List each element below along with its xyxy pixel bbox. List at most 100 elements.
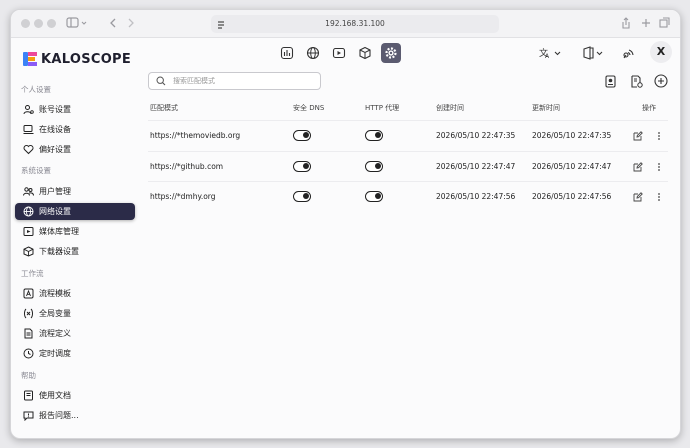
sidebar-item-flow-definition[interactable]: 流程定义 — [15, 325, 135, 342]
sidebar-item-global-variables[interactable]: 全局变量 — [15, 305, 135, 322]
document-icon — [23, 328, 34, 339]
secure-dns-toggle[interactable] — [293, 130, 311, 141]
http-proxy-toggle[interactable] — [365, 191, 383, 202]
close-window-button[interactable] — [21, 19, 30, 28]
created-cell: 2026/05/10 22:47:56 — [436, 192, 516, 201]
secure-dns-toggle[interactable] — [293, 161, 311, 172]
column-header-created: 创建时间 — [436, 104, 464, 112]
sidebar-section-personal: 个人设置 — [21, 85, 51, 94]
sidebar-item-label: 在线设备 — [39, 125, 71, 134]
report-icon — [23, 410, 34, 421]
dashboard-icon[interactable] — [277, 43, 297, 63]
table-divider — [148, 151, 668, 152]
theme-icon[interactable] — [581, 44, 605, 62]
sidebar-section-help: 帮助 — [21, 371, 36, 380]
globe-icon[interactable] — [303, 43, 323, 63]
more-options-icon[interactable] — [654, 131, 664, 141]
sidebar-section-system: 系统设置 — [21, 166, 51, 175]
browser-window: 192.168.31.100 KALOSCOPE 文 A X 个人设置 账号设置… — [10, 9, 681, 439]
sidebar-item-network[interactable]: 网络设置 — [15, 203, 135, 220]
updated-cell: 2026/05/10 22:47:35 — [532, 131, 612, 140]
updated-cell: 2026/05/10 22:47:56 — [532, 192, 612, 201]
secure-dns-toggle[interactable] — [293, 191, 311, 202]
sidebar-item-downloader[interactable]: 下载器设置 — [15, 243, 135, 260]
heart-icon — [23, 144, 34, 155]
sidebar-item-media-library[interactable]: 媒体库管理 — [15, 223, 135, 240]
sidebar-item-report-issue[interactable]: 报告问题... — [15, 407, 135, 424]
clock-icon — [23, 348, 34, 359]
user-avatar[interactable]: X — [650, 41, 672, 63]
pattern-cell: https://*dmhy.org — [150, 192, 216, 201]
table-divider — [148, 181, 668, 182]
created-cell: 2026/05/10 22:47:35 — [436, 131, 516, 140]
user-settings-icon — [23, 104, 34, 115]
export-icon[interactable] — [602, 73, 618, 89]
tab-overview-icon[interactable] — [659, 16, 671, 30]
sidebar-item-label: 报告问题... — [39, 411, 79, 420]
http-proxy-toggle[interactable] — [365, 161, 383, 172]
sidebar-item-flow-template[interactable]: 流程模板 — [15, 285, 135, 302]
sidebar-item-label: 定时调度 — [39, 349, 71, 358]
book-icon — [23, 390, 34, 401]
add-rule-button[interactable] — [653, 73, 669, 89]
edit-icon[interactable] — [633, 192, 643, 202]
column-header-secure-dns: 安全 DNS — [293, 104, 325, 112]
library-icon — [23, 226, 34, 237]
sidebar: 个人设置 账号设置 在线设备 偏好设置 系统设置 用户管理 网络设置 媒体库管理 — [11, 76, 141, 438]
column-header-pattern: 匹配模式 — [150, 104, 178, 112]
play-icon[interactable] — [329, 43, 349, 63]
language-icon[interactable]: 文A — [539, 44, 563, 62]
sidebar-item-label: 全局变量 — [39, 309, 71, 318]
broadcast-icon[interactable] — [621, 44, 635, 62]
template-icon — [23, 288, 34, 299]
sidebar-item-users[interactable]: 用户管理 — [15, 183, 135, 200]
settings-icon[interactable] — [381, 43, 401, 63]
variable-icon — [23, 308, 34, 319]
network-icon — [23, 206, 34, 217]
address-bar[interactable]: 192.168.31.100 — [211, 15, 499, 33]
search-placeholder: 搜索匹配模式 — [173, 77, 215, 85]
site-info-icon[interactable] — [217, 15, 225, 40]
sidebar-item-devices[interactable]: 在线设备 — [15, 121, 135, 138]
app-logo[interactable]: KALOSCOPE — [23, 51, 131, 67]
import-icon[interactable] — [628, 73, 644, 89]
cube-icon[interactable] — [355, 43, 375, 63]
edit-icon[interactable] — [633, 131, 643, 141]
users-icon — [23, 186, 34, 197]
column-header-http-proxy: HTTP 代理 — [365, 104, 400, 112]
column-header-actions: 操作 — [642, 104, 656, 112]
forward-icon[interactable] — [125, 16, 137, 30]
sidebar-item-docs[interactable]: 使用文档 — [15, 387, 135, 404]
sidebar-item-label: 媒体库管理 — [39, 227, 79, 236]
http-proxy-toggle[interactable] — [365, 130, 383, 141]
svg-text:A: A — [545, 53, 550, 60]
sidebar-item-label: 下载器设置 — [39, 247, 79, 256]
sidebar-item-label: 用户管理 — [39, 187, 71, 196]
share-icon[interactable] — [621, 16, 631, 30]
pattern-cell: https://*github.com — [150, 162, 224, 171]
sidebar-item-preferences[interactable]: 偏好设置 — [15, 141, 135, 158]
new-tab-icon[interactable] — [641, 16, 651, 30]
pattern-cell: https://*themoviedb.org — [150, 131, 241, 140]
logo-mark-icon — [23, 52, 37, 66]
app-header: KALOSCOPE 文A X — [11, 38, 680, 76]
maximize-window-button[interactable] — [47, 19, 56, 28]
sidebar-item-scheduler[interactable]: 定时调度 — [15, 345, 135, 362]
search-input[interactable]: 搜索匹配模式 — [148, 72, 321, 90]
sidebar-section-workflow: 工作流 — [21, 269, 44, 278]
minimize-window-button[interactable] — [34, 19, 43, 28]
browser-toolbar: 192.168.31.100 — [11, 10, 680, 38]
sidebar-item-account[interactable]: 账号设置 — [15, 101, 135, 118]
download-box-icon — [23, 246, 34, 257]
more-options-icon[interactable] — [654, 192, 664, 202]
more-options-icon[interactable] — [654, 162, 664, 172]
table-divider — [148, 120, 668, 121]
back-icon[interactable] — [107, 16, 119, 30]
sidebar-toggle-icon[interactable] — [66, 16, 88, 30]
updated-cell: 2026/05/10 22:47:47 — [532, 162, 612, 171]
sidebar-item-label: 偏好设置 — [39, 145, 71, 154]
edit-icon[interactable] — [633, 162, 643, 172]
sidebar-item-label: 使用文档 — [39, 391, 71, 400]
devices-icon — [23, 124, 34, 135]
sidebar-item-label: 账号设置 — [39, 105, 71, 114]
